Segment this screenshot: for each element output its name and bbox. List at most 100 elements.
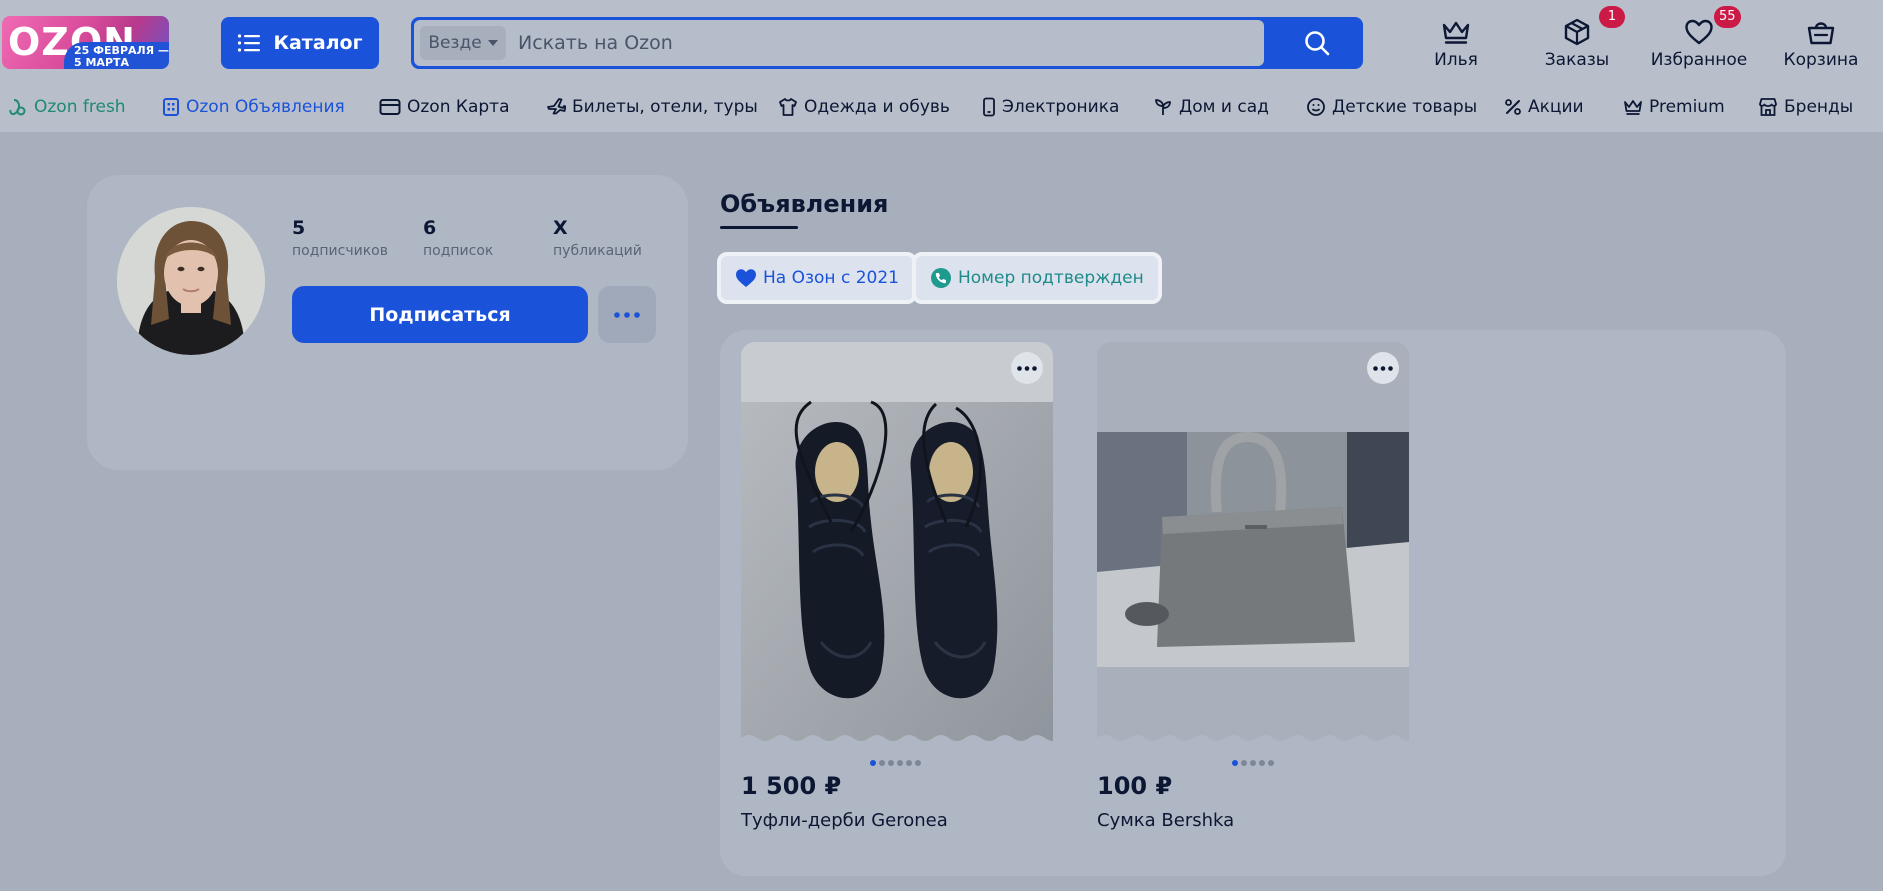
listing-image[interactable] xyxy=(1097,342,1409,747)
nav-item-premium[interactable]: Premium xyxy=(1623,92,1725,122)
stat-caption: подписчиков xyxy=(292,243,388,259)
pagination-dot[interactable] xyxy=(906,760,912,766)
listing-price: 1 500 ₽ xyxy=(741,772,842,800)
pagination-dot[interactable] xyxy=(1259,760,1265,766)
nav-item-home-garden[interactable]: Дом и сад xyxy=(1153,92,1269,122)
catalog-button[interactable]: Каталог xyxy=(221,17,379,69)
nav-item-label: Ozon Карта xyxy=(407,97,510,117)
nav-item-label: Детские товары xyxy=(1332,97,1478,117)
listing-card[interactable]: 1 500 ₽ Туфли-дерби Geronea xyxy=(741,342,1053,831)
subscribe-button[interactable]: Подписаться xyxy=(292,286,588,343)
avatar[interactable] xyxy=(117,207,265,355)
card-icon xyxy=(379,99,401,115)
stat-value: X xyxy=(553,217,568,239)
nav-item-clothes[interactable]: Одежда и обувь xyxy=(778,92,950,122)
pagination-dot[interactable] xyxy=(1241,760,1247,766)
stat-following[interactable]: 6 подписок xyxy=(423,217,493,259)
stat-publications[interactable]: X публикаций xyxy=(553,217,642,259)
nav-item-promos[interactable]: Акции xyxy=(1504,92,1584,122)
percent-icon xyxy=(1505,99,1521,115)
category-nav: Ozon fresh Ozon Объявления Ozon Карта Би… xyxy=(0,92,1883,122)
header-favorites-label: Избранное xyxy=(1650,50,1748,70)
search-input[interactable] xyxy=(518,26,1238,60)
profile-card: 5 подписчиков 6 подписок X публикаций По… xyxy=(87,175,688,470)
more-dots-icon xyxy=(614,311,640,318)
chip-label: На Озон с 2021 xyxy=(763,268,899,288)
pagination-dot[interactable] xyxy=(1232,760,1238,766)
chevron-down-icon xyxy=(487,40,498,46)
pagination-dot[interactable] xyxy=(870,760,876,766)
search-scope-select[interactable]: Везде xyxy=(420,26,506,60)
nav-item-ozon-ads[interactable]: Ozon Объявления xyxy=(162,92,345,122)
orders-count-badge: 1 xyxy=(1599,6,1625,28)
listing-name[interactable]: Туфли-дерби Geronea xyxy=(741,810,948,831)
photo-pagination xyxy=(870,760,921,766)
chip-phone-verified[interactable]: Номер подтвержден xyxy=(912,252,1162,304)
listing-card[interactable]: 100 ₽ Сумка Bershka xyxy=(1097,342,1409,831)
pagination-dot[interactable] xyxy=(879,760,885,766)
pagination-dot[interactable] xyxy=(1268,760,1274,766)
header-cart-label: Корзина xyxy=(1783,50,1859,70)
basket-icon xyxy=(1807,22,1835,45)
search-bar: Везде xyxy=(411,17,1363,69)
nav-item-label: Билеты, отели, туры xyxy=(572,97,758,117)
phone-verified-icon xyxy=(931,268,951,288)
header-favorites[interactable]: Избранное 55 xyxy=(1644,6,1754,74)
search-button[interactable] xyxy=(1270,17,1363,69)
header-profile-label: Илья xyxy=(1434,50,1478,70)
bag-photo xyxy=(1097,342,1409,747)
stat-followers[interactable]: 5 подписчиков xyxy=(292,217,388,259)
chip-on-ozon-since[interactable]: На Озон с 2021 xyxy=(717,252,917,304)
header-orders[interactable]: Заказы 1 xyxy=(1522,6,1632,74)
stat-value: 6 xyxy=(423,217,437,239)
avatar-photo xyxy=(117,207,265,355)
nav-item-ozon-card[interactable]: Ozon Карта xyxy=(379,92,509,122)
ozon-logo[interactable]: OZON 25 ФЕВРАЛЯ — 5 МАРТА xyxy=(2,16,169,69)
search-scope-value: Везде xyxy=(428,33,482,53)
photo-pagination xyxy=(1232,760,1274,766)
listing-price: 100 ₽ xyxy=(1097,772,1173,800)
nav-item-ozon-fresh[interactable]: Ozon fresh xyxy=(8,92,126,122)
shirt-icon xyxy=(779,98,797,116)
stat-caption: публикаций xyxy=(553,243,642,259)
menu-list-icon xyxy=(238,34,261,52)
listing-image[interactable] xyxy=(741,342,1053,747)
shoes-photo xyxy=(741,342,1053,747)
pagination-dot[interactable] xyxy=(915,760,921,766)
header-profile[interactable]: Илья xyxy=(1401,16,1511,74)
nav-item-label: Premium xyxy=(1649,97,1725,117)
more-dots-icon xyxy=(1017,365,1037,371)
store-icon xyxy=(1759,98,1777,116)
pagination-dot[interactable] xyxy=(1250,760,1256,766)
nav-item-label: Электроника xyxy=(1002,97,1120,117)
stat-value: 5 xyxy=(292,217,306,239)
pagination-dot[interactable] xyxy=(888,760,894,766)
stat-caption: подписок xyxy=(423,243,494,259)
listings-title: Объявления xyxy=(720,190,889,218)
header-cart[interactable]: Корзина xyxy=(1766,16,1876,74)
listings-title-underline xyxy=(720,226,798,229)
logo-promo-text: 25 ФЕВРАЛЯ — 5 МАРТА xyxy=(74,44,169,69)
listing-menu-button[interactable] xyxy=(1011,352,1043,384)
crown-icon xyxy=(1442,21,1470,44)
nav-item-electronics[interactable]: Электроника xyxy=(982,92,1119,122)
nav-item-label: Акции xyxy=(1528,97,1584,117)
listing-name[interactable]: Сумка Bershka xyxy=(1097,810,1234,831)
plane-icon xyxy=(547,98,566,115)
nav-item-label: Одежда и обувь xyxy=(804,97,950,117)
card-wave-edge xyxy=(1097,735,1409,747)
nav-item-travel[interactable]: Билеты, отели, туры xyxy=(546,92,758,122)
more-dots-icon xyxy=(1373,365,1393,371)
nav-item-label: Ozon fresh xyxy=(34,97,126,117)
favorites-count-badge: 55 xyxy=(1714,6,1741,28)
nav-item-brands[interactable]: Бренды xyxy=(1758,92,1853,122)
nav-item-label: Бренды xyxy=(1784,97,1854,117)
profile-more-button[interactable] xyxy=(598,286,656,343)
pagination-dot[interactable] xyxy=(897,760,903,766)
phone-icon xyxy=(983,97,995,117)
nav-item-label: Дом и сад xyxy=(1179,97,1269,117)
nav-item-kids[interactable]: Детские товары xyxy=(1306,92,1477,122)
chip-label: Номер подтвержден xyxy=(958,268,1144,288)
catalog-label: Каталог xyxy=(273,32,363,54)
listing-menu-button[interactable] xyxy=(1367,352,1399,384)
